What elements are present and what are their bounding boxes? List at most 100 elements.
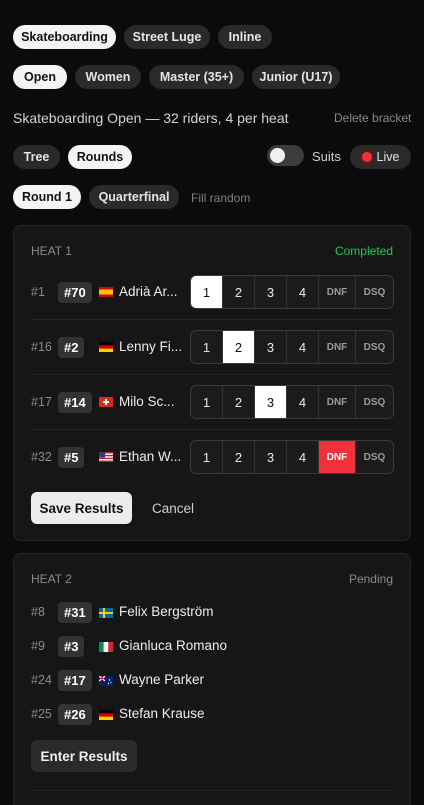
flag-it-icon [99,642,113,652]
placement-option-4[interactable]: 4 [287,276,319,308]
category-master[interactable]: Master (35+) [149,65,244,89]
live-indicator-icon [361,152,372,162]
placement-option-dsq[interactable]: DSQ [356,276,393,308]
rider-seed: #24 [31,673,52,687]
rider-bib: #3 [58,636,85,657]
row-divider [30,429,394,430]
rider-seed: #1 [31,285,45,299]
rider-name: Adrià Ar... [119,284,178,299]
flag-au-icon [99,676,113,686]
rider-name: Ethan W... [119,449,182,464]
heat-2-rider-row: #8 #31 Felix Bergström [14,601,412,625]
placement-option-dsq[interactable]: DSQ [356,331,393,363]
rider-seed: #17 [31,395,52,409]
flag-ch-icon [99,397,113,407]
discipline-skateboarding[interactable]: Skateboarding [13,25,116,49]
placement-option-1[interactable]: 1 [191,441,223,473]
placement-option-2[interactable]: 2 [223,276,255,308]
placement-option-3[interactable]: 3 [255,441,287,473]
placement-option-dnf[interactable]: DNF [319,386,356,418]
placement-option-dsq[interactable]: DSQ [356,441,393,473]
row-divider [30,374,394,375]
flag-de-icon [99,710,113,720]
category-women[interactable]: Women [75,65,141,89]
heat-2-status: Pending [348,572,393,586]
live-button[interactable]: Live [350,145,411,169]
placement-option-4[interactable]: 4 [287,331,319,363]
bracket-summary: Skateboarding Open — 32 riders, 4 per he… [13,110,289,126]
placement-option-dnf[interactable]: DNF [319,276,356,308]
suits-toggle[interactable] [267,145,304,166]
live-label: Live [376,150,400,164]
placement-option-dnf[interactable]: DNF [319,331,356,363]
placement-selector: 1 2 3 4 DNF DSQ [190,275,394,309]
flag-es-icon [99,287,113,297]
placement-option-3[interactable]: 3 [255,386,287,418]
rider-bib: #31 [58,602,92,623]
placement-option-4[interactable]: 4 [287,441,319,473]
rider-bib: #14 [58,392,92,413]
rider-seed: #32 [31,450,52,464]
discipline-inline[interactable]: Inline [218,25,272,49]
rider-seed: #16 [31,340,52,354]
placement-option-4[interactable]: 4 [287,386,319,418]
round-1-tab[interactable]: Round 1 [13,185,81,209]
save-results-button[interactable]: Save Results [31,492,132,524]
placement-option-2[interactable]: 2 [223,441,255,473]
placement-option-3[interactable]: 3 [255,276,287,308]
cancel-button[interactable]: Cancel [144,492,202,524]
placement-option-dnf[interactable]: DNF [319,441,356,473]
rider-name: Felix Bergström [119,604,214,619]
enter-results-button[interactable]: Enter Results [31,740,137,772]
category-junior[interactable]: Junior (U17) [252,65,340,89]
heat-1-rider-row: #1 #70 Adrià Ar... 1 2 3 4 DNF DSQ [14,275,412,309]
placement-selector: 1 2 3 4 DNF DSQ [190,440,394,474]
flag-us-icon [99,452,113,462]
heat-1-title: HEAT 1 [31,244,72,258]
rider-bib: #70 [58,282,92,303]
suits-label: Suits [312,149,341,164]
flag-de-icon [99,342,113,352]
placement-option-3[interactable]: 3 [255,331,287,363]
placement-selector: 1 2 3 4 DNF DSQ [190,385,394,419]
heat-2-title: HEAT 2 [31,572,72,586]
category-open[interactable]: Open [13,65,67,89]
rider-name: Stefan Krause [119,706,205,721]
heat-1-rider-row: #32 #5 Ethan W... 1 2 3 4 DNF DSQ [14,440,412,474]
view-rounds[interactable]: Rounds [68,145,132,169]
flag-se-icon [99,608,113,618]
rider-name: Gianluca Romano [119,638,228,653]
rider-bib: #5 [58,447,85,468]
rider-seed: #9 [31,639,45,653]
rider-name: Wayne Parker [119,672,205,687]
divider [30,790,394,791]
rider-bib: #26 [58,704,92,725]
placement-option-dsq[interactable]: DSQ [356,386,393,418]
discipline-street-luge[interactable]: Street Luge [124,25,210,49]
delete-bracket-link[interactable]: Delete bracket [334,111,411,125]
row-divider [30,319,394,320]
toggle-knob [270,148,285,163]
rider-name: Lenny Fi... [119,339,183,354]
heat-1-rider-row: #17 #14 Milo Sc... 1 2 3 4 DNF DSQ [14,385,412,419]
placement-option-2[interactable]: 2 [223,386,255,418]
placement-option-1[interactable]: 1 [191,386,223,418]
rider-name: Milo Sc... [119,394,175,409]
heat-2-rider-row: #9 #3 Gianluca Romano [14,635,412,659]
placement-option-1[interactable]: 1 [191,331,223,363]
quarterfinal-tab[interactable]: Quarterfinal [89,185,179,209]
fill-random-link[interactable]: Fill random [191,191,250,205]
heat-1-card: HEAT 1 Completed #1 #70 Adrià Ar... 1 2 3 4 DNF… [13,225,411,541]
heat-2-rider-row: #24 #17 Wayne Parker [14,669,412,693]
view-tree[interactable]: Tree [13,145,60,169]
placement-selector: 1 2 3 4 DNF DSQ [190,330,394,364]
placement-option-2[interactable]: 2 [223,331,255,363]
rider-bib: #17 [58,670,92,691]
heat-1-status: Completed [334,244,393,258]
rider-seed: #25 [31,707,52,721]
placement-option-1[interactable]: 1 [191,276,223,308]
rider-bib: #2 [58,337,85,358]
heat-2-card: HEAT 2 Pending #8 #31 Felix Bergström #9 #3 G… [13,553,411,805]
rider-seed: #8 [31,605,45,619]
heat-1-rider-row: #16 #2 Lenny Fi... 1 2 3 4 DNF DSQ [14,330,412,364]
